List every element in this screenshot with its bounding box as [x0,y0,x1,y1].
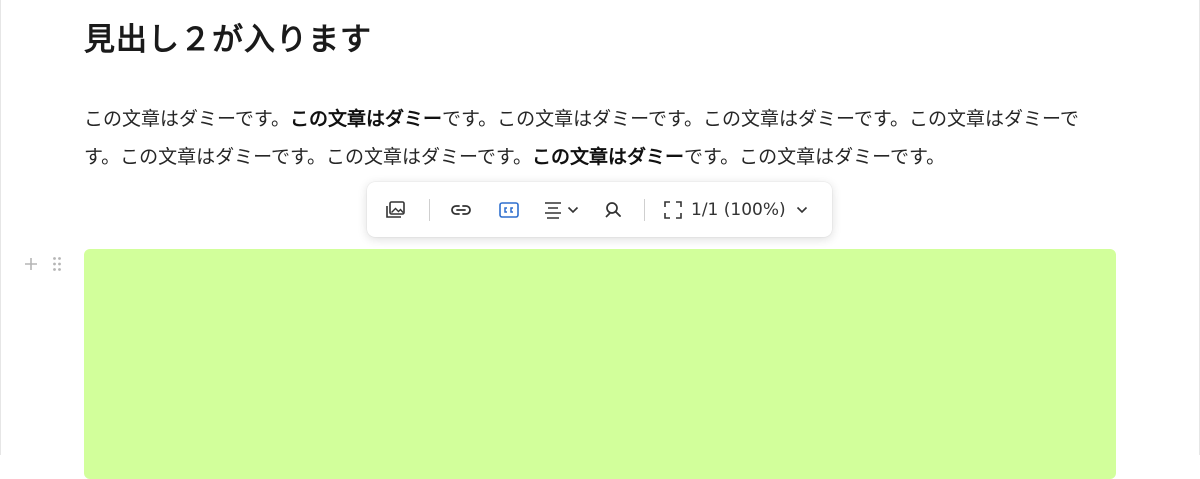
zoom-dropdown[interactable]: 1/1 (100%) [683,193,808,227]
link-icon[interactable] [448,193,474,227]
image-gallery-icon[interactable] [381,193,409,227]
zoom-label: 1/1 (100%) [691,199,786,220]
toolbar-separator [429,198,430,221]
plus-icon[interactable] [24,254,38,274]
image-toolbar: 1/1 (100%) [367,182,832,237]
paragraph-text: この文章はダミーです。 [84,108,290,130]
body-paragraph[interactable]: この文章はダミーです。この文章はダミーです。この文章はダミーです。この文章はダミ… [84,100,1104,176]
caption-icon[interactable] [496,193,522,227]
paragraph-bold-text: この文章はダミー [532,146,685,168]
paragraph-bold-text: この文章はダミー [289,108,442,130]
heading-2[interactable]: 見出し２が入ります [84,18,372,62]
block-handles [24,254,62,274]
paragraph-text: です。この文章はダミーです。 [684,146,946,168]
chevron-down-icon[interactable] [566,193,580,227]
drag-handle-icon[interactable] [52,254,62,274]
page-border-left [0,0,1,455]
image-block[interactable] [84,249,1116,479]
toolbar-separator [644,198,645,221]
fullscreen-icon[interactable] [663,193,683,227]
chevron-down-icon [796,206,808,214]
align-center-icon[interactable] [540,193,566,227]
alt-text-icon[interactable] [600,193,626,227]
